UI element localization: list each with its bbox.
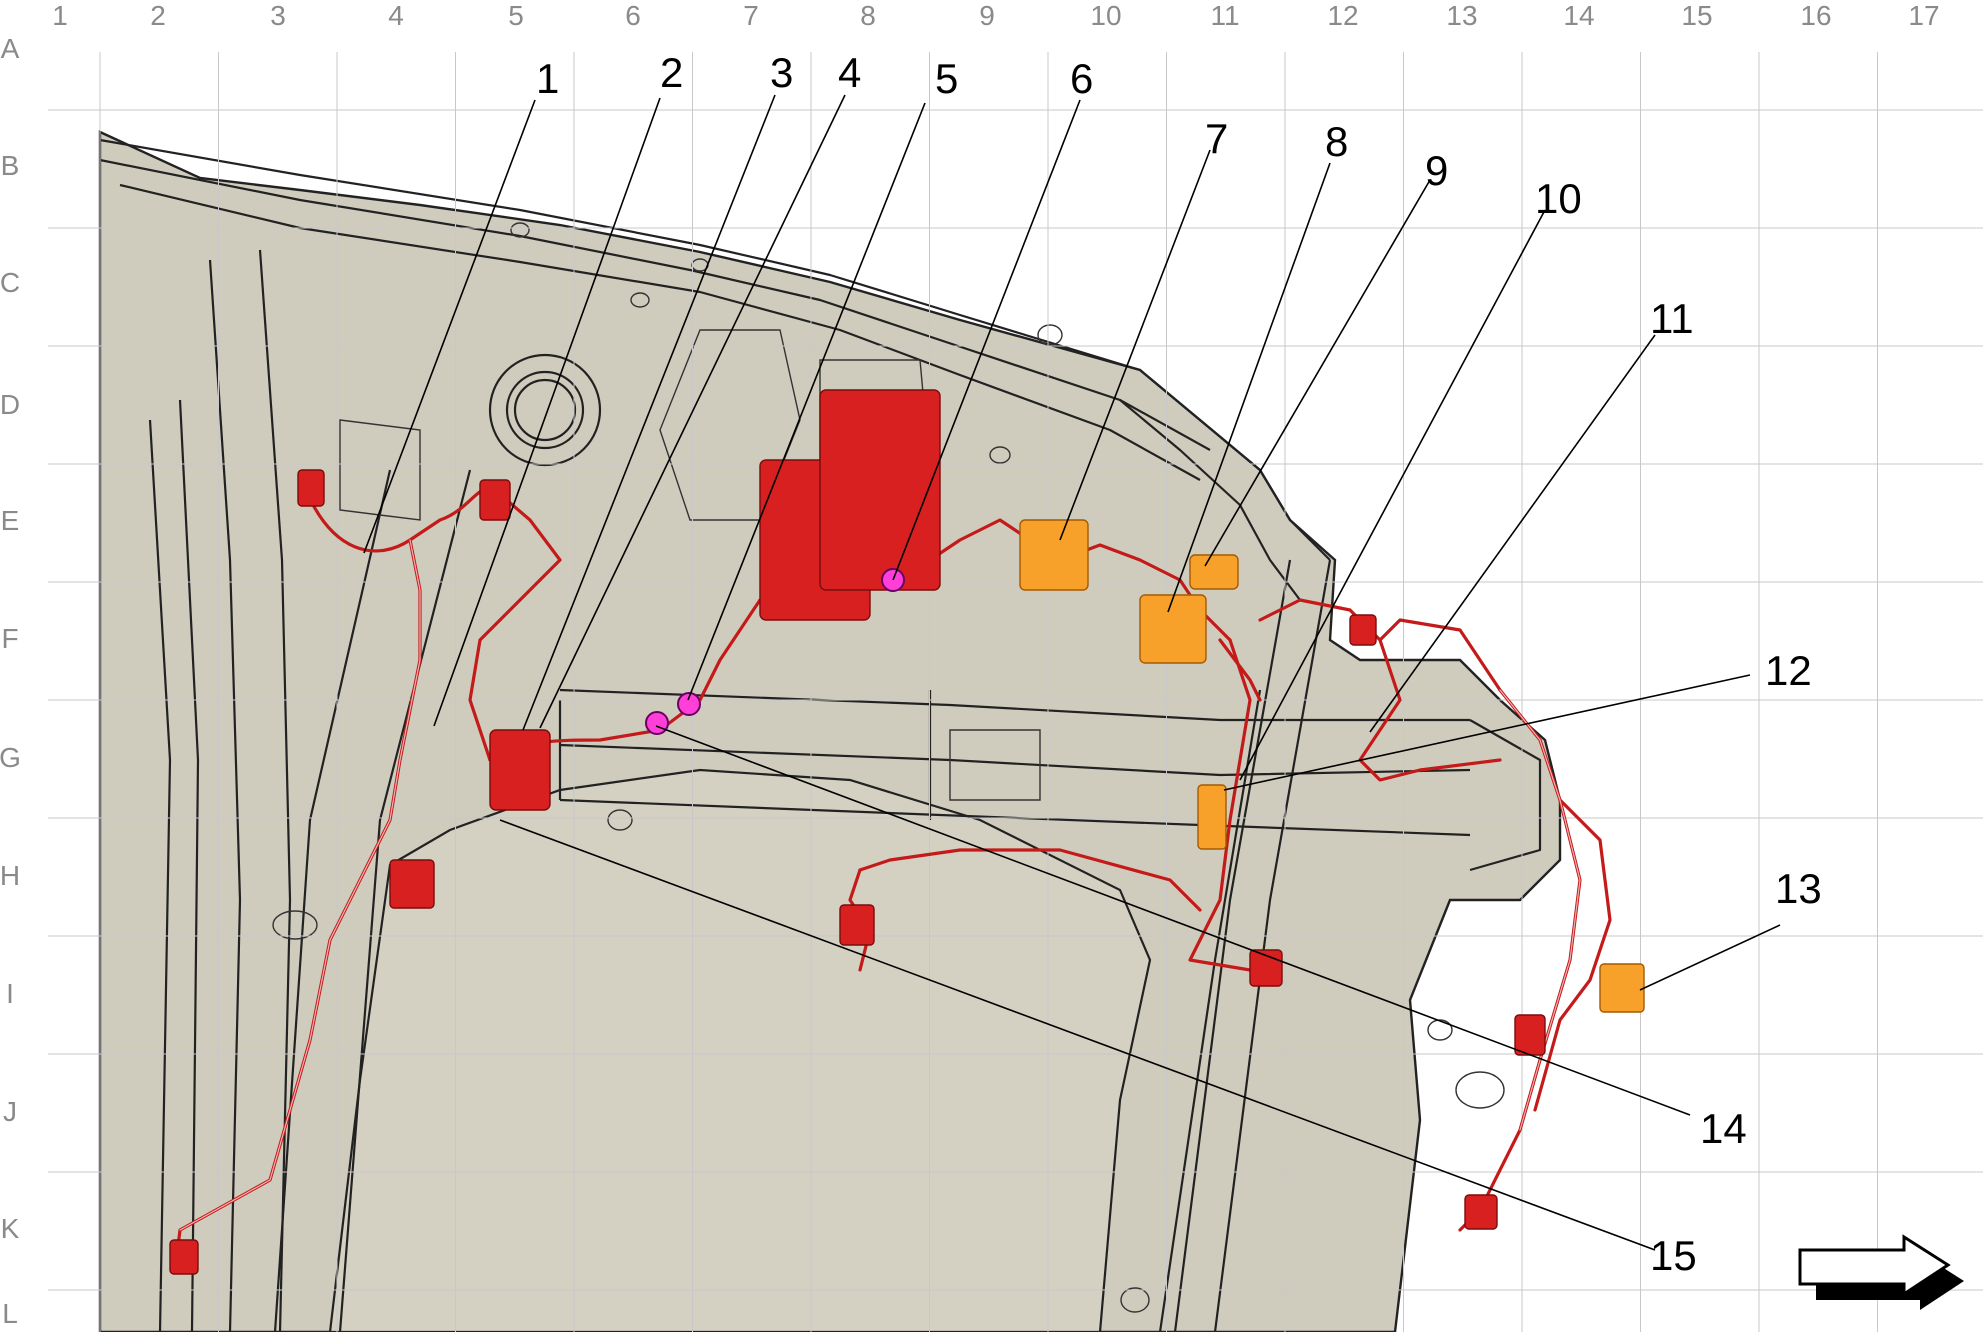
inner-opening (328, 768, 1152, 1332)
callout-2: 2 (660, 49, 683, 96)
grid-row-label: J (3, 1096, 17, 1127)
grid-row-label: L (2, 1298, 18, 1329)
connector-red (169, 1239, 199, 1275)
grid-row-label: C (0, 267, 20, 298)
wiring-harness-diagram: 1 2 3 4 5 6 7 8 9 10 11 12 13 14 15 16 17ABCDEFGHIJKL (0, 0, 1983, 1332)
grid-column-label: 6 (625, 0, 641, 31)
grid-row-label: D (0, 389, 20, 420)
connector-red (839, 904, 875, 946)
grid-column-label: 16 (1800, 0, 1831, 31)
grid-row-label: I (6, 978, 14, 1009)
connector-red (297, 469, 325, 507)
callout-7: 7 (1205, 115, 1228, 162)
grid-column-label: 3 (270, 0, 286, 31)
connector-red (479, 479, 511, 521)
grid-column-label: 1 (52, 0, 68, 31)
callout-8: 8 (1325, 118, 1348, 165)
connector-red (489, 729, 551, 811)
grid-column-label: 14 (1563, 0, 1594, 31)
connector-red (1514, 1014, 1546, 1056)
connector-orange (1189, 554, 1239, 590)
grid-row-label: K (1, 1213, 20, 1244)
grid-row-label: G (0, 742, 21, 773)
callout-9: 9 (1425, 147, 1448, 194)
callout-11: 11 (1650, 295, 1694, 342)
connector-red (389, 859, 435, 909)
grid-column-label: 10 (1090, 0, 1121, 31)
callout-13: 13 (1775, 865, 1822, 912)
callout-4: 4 (838, 49, 861, 96)
callout-14: 14 (1700, 1105, 1747, 1152)
connector-orange (1197, 784, 1227, 850)
relay-fuse-block (819, 389, 941, 591)
grid-column-label: 15 (1681, 0, 1712, 31)
grid-column-label: 4 (388, 0, 404, 31)
connector-red (1464, 1194, 1498, 1230)
grid-column-label: 11 (1210, 0, 1239, 31)
callout-15: 15 (1650, 1232, 1697, 1279)
grid-column-label: 13 (1446, 0, 1477, 31)
callout-6: 6 (1070, 55, 1093, 102)
connector-orange (1139, 594, 1207, 664)
grid-column-label: 2 (150, 0, 166, 31)
grid-column-label: 5 (508, 0, 524, 31)
callout-12: 12 (1765, 647, 1812, 694)
grid-column-label: 12 (1327, 0, 1358, 31)
callout-10: 10 (1535, 175, 1582, 222)
callout-3: 3 (770, 49, 793, 96)
grid-row-label: H (0, 860, 20, 891)
grid-column-label: 8 (860, 0, 876, 31)
grid-row-label: F (1, 623, 18, 654)
connector-orange (1599, 963, 1645, 1013)
grid-row-label: A (1, 33, 20, 64)
vehicle-body-structure (98, 130, 1562, 1332)
connector-orange (1019, 519, 1089, 591)
grid-column-label: 9 (979, 0, 995, 31)
grid-column-label: 17 (1908, 0, 1939, 31)
grid-column-label: 7 (743, 0, 759, 31)
connector-red (1349, 614, 1377, 646)
callout-5: 5 (935, 55, 958, 102)
grid-row-label: E (1, 505, 20, 536)
ground-point (645, 711, 669, 735)
grid-row-label: B (1, 150, 20, 181)
callout-1: 1 (536, 55, 559, 102)
right-arrow-icon (1798, 1234, 1964, 1310)
